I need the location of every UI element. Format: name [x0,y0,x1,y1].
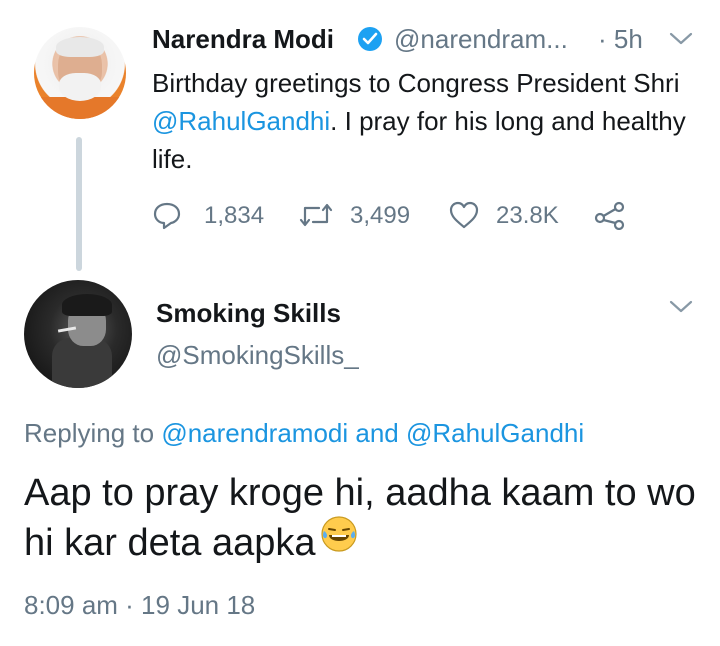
author-handle[interactable]: @narendram... [394,24,568,55]
like-icon[interactable] [448,200,480,235]
chevron-down-icon[interactable] [668,30,694,53]
retweet-count: 3,499 [350,202,411,229]
replying-to-mention-2[interactable]: @RahulGandhi [406,418,584,448]
tweet-time[interactable]: · 5h [598,24,643,55]
retweet-icon[interactable] [298,200,334,235]
reply-count: 1,834 [204,202,265,229]
author-name[interactable]: Narendra Modi [152,24,334,55]
chevron-down-icon[interactable] [668,298,694,321]
mention-link[interactable]: @RahulGandhi [152,106,330,136]
share-icon[interactable] [594,200,626,235]
laughing-emoji-icon [320,515,358,566]
reply-timestamp[interactable]: 8:09 am · 19 Jun 18 [24,590,255,621]
tweet-text: Birthday greetings to Congress President… [152,68,686,174]
author-avatar[interactable] [34,27,126,119]
replying-to-line: Replying to @narendramodi and @RahulGand… [24,418,585,448]
reply-text: Aap to pray kroge hi, aadha kaam to wo h… [24,468,704,570]
reply-author-name[interactable]: Smoking Skills [156,298,341,329]
like-count: 23.8K [496,202,559,229]
reply-author-handle[interactable]: @SmokingSkills_ [156,340,359,371]
replying-to-conjunction: and [348,418,406,448]
replying-to-mention-1[interactable]: @narendramodi [161,418,348,448]
reply-icon[interactable] [152,200,182,235]
reply-author-avatar[interactable] [24,280,132,388]
thread-connector [76,137,82,271]
verified-badge-icon [358,27,382,51]
